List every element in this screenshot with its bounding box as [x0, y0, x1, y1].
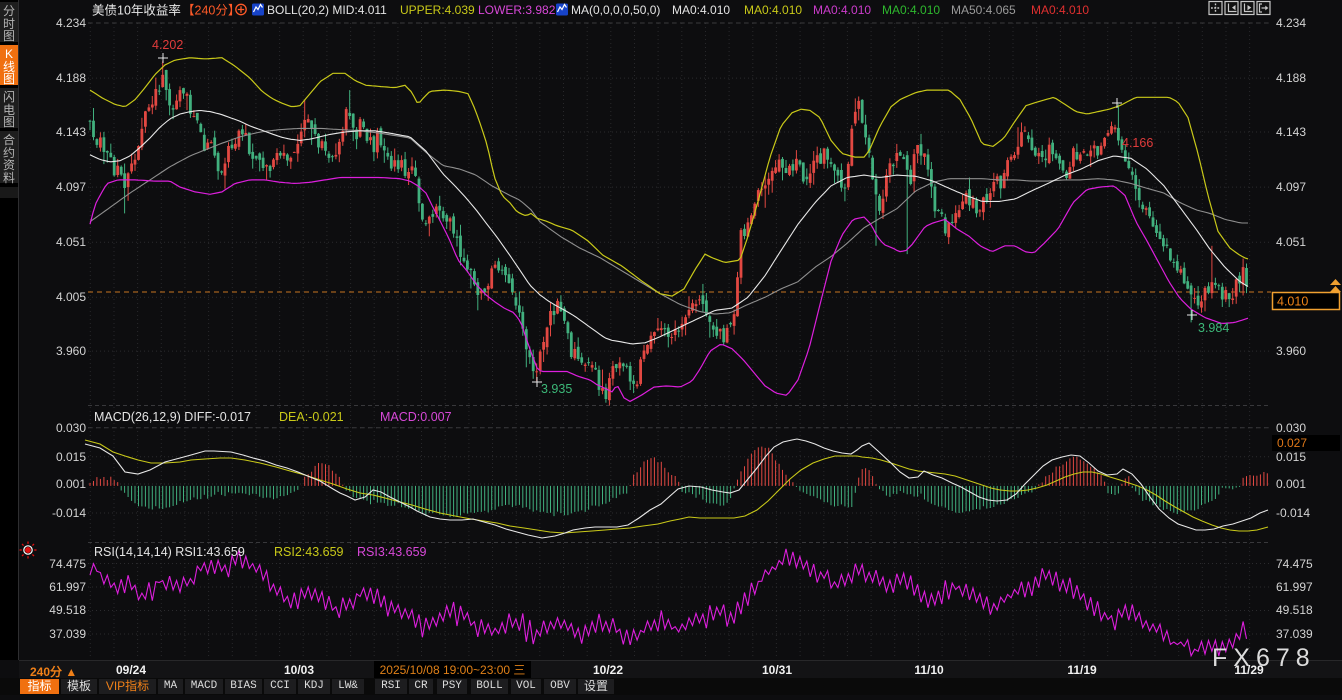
- svg-text:0.001: 0.001: [1276, 477, 1306, 491]
- svg-text:MA(0,0,0,0,50,0): MA(0,0,0,0,50,0): [571, 3, 660, 17]
- svg-text:4.143: 4.143: [1276, 125, 1306, 139]
- svg-text:MA0:4.010: MA0:4.010: [744, 3, 802, 17]
- svg-text:49.518: 49.518: [49, 603, 86, 617]
- svg-text:0.027: 0.027: [1277, 436, 1307, 450]
- svg-text:LOWER:3.982: LOWER:3.982: [478, 3, 556, 17]
- svg-text:0.030: 0.030: [1276, 421, 1306, 435]
- svg-text:0.015: 0.015: [56, 450, 86, 464]
- svg-text:DEA:-0.021: DEA:-0.021: [279, 410, 344, 424]
- svg-text:4.166: 4.166: [1122, 136, 1153, 150]
- svg-text:UPPER:4.039: UPPER:4.039: [400, 3, 475, 17]
- svg-text:4.097: 4.097: [1276, 180, 1306, 194]
- svg-text:74.475: 74.475: [1276, 557, 1313, 571]
- svg-text:37.039: 37.039: [1276, 627, 1313, 641]
- svg-text:MA0:4.010: MA0:4.010: [882, 3, 940, 17]
- svg-text:37.039: 37.039: [49, 627, 86, 641]
- svg-text:MA0:4.010: MA0:4.010: [672, 3, 730, 17]
- svg-text:49.518: 49.518: [1276, 603, 1313, 617]
- svg-text:【240分】: 【240分】: [182, 4, 240, 18]
- svg-text:MA50:4.065: MA50:4.065: [951, 3, 1016, 17]
- svg-text:4.234: 4.234: [56, 16, 86, 30]
- svg-text:美债10年收益率: 美债10年收益率: [92, 3, 181, 18]
- svg-text:RSI3:43.659: RSI3:43.659: [357, 545, 427, 559]
- svg-text:0.030: 0.030: [56, 421, 86, 435]
- svg-text:RSI(14,14,14) RSI1:43.659: RSI(14,14,14) RSI1:43.659: [94, 545, 245, 559]
- svg-text:MACD:0.007: MACD:0.007: [380, 410, 452, 424]
- svg-text:61.997: 61.997: [1276, 580, 1313, 594]
- svg-text:MACD(26,12,9) DIFF:-0.017: MACD(26,12,9) DIFF:-0.017: [94, 410, 251, 424]
- svg-text:0.015: 0.015: [1276, 450, 1306, 464]
- svg-text:4.051: 4.051: [1276, 235, 1306, 249]
- svg-text:4.188: 4.188: [1276, 71, 1306, 85]
- svg-text:0.001: 0.001: [56, 477, 86, 491]
- svg-text:-0.014: -0.014: [1276, 506, 1310, 520]
- svg-text:4.051: 4.051: [56, 235, 86, 249]
- svg-text:3.960: 3.960: [1276, 344, 1306, 358]
- svg-text:4.188: 4.188: [56, 71, 86, 85]
- svg-text:4.202: 4.202: [152, 38, 183, 52]
- svg-text:4.005: 4.005: [56, 290, 86, 304]
- svg-text:MA0:4.010: MA0:4.010: [813, 3, 871, 17]
- svg-text:4.143: 4.143: [56, 125, 86, 139]
- svg-text:61.997: 61.997: [49, 580, 86, 594]
- svg-text:3.960: 3.960: [56, 344, 86, 358]
- svg-text:RSI2:43.659: RSI2:43.659: [274, 545, 344, 559]
- svg-text:3.984: 3.984: [1198, 321, 1229, 335]
- svg-text:4.010: 4.010: [1277, 295, 1308, 309]
- svg-text:74.475: 74.475: [49, 557, 86, 571]
- svg-text:MA0:4.010: MA0:4.010: [1031, 3, 1089, 17]
- svg-text:BOLL(20,2) MID:4.011: BOLL(20,2) MID:4.011: [267, 3, 387, 17]
- svg-text:3.935: 3.935: [541, 382, 572, 396]
- svg-text:4.097: 4.097: [56, 180, 86, 194]
- svg-text:4.234: 4.234: [1276, 16, 1306, 30]
- svg-text:-0.014: -0.014: [52, 506, 86, 520]
